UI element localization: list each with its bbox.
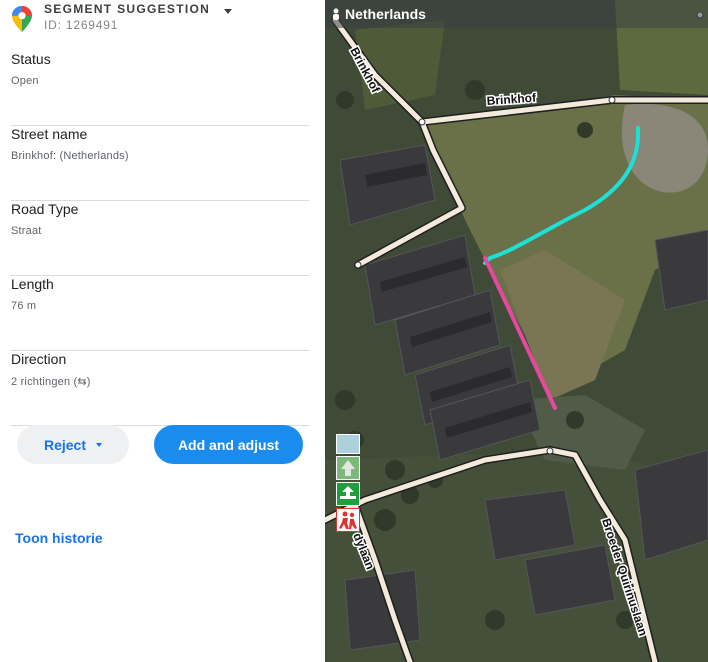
caret-down-icon	[96, 442, 103, 447]
field-value: 2 richtingen (⇆)	[11, 376, 91, 388]
fork-arrow-icon	[340, 486, 356, 499]
field-label: Status	[11, 51, 51, 67]
chevron-down-icon[interactable]	[224, 9, 232, 14]
map-imagery: Brinkhof Brinkhof Broeder Quirinuslaan d…	[325, 0, 708, 662]
field-direction: Direction 2 richtingen (⇆)	[11, 351, 309, 426]
map-pin-icon	[12, 6, 32, 32]
pedestrian-icon	[339, 511, 357, 529]
map-location-bar: Netherlands	[325, 0, 708, 28]
panel-title: SEGMENT SUGGESTION	[44, 2, 211, 16]
suggestion-panel: SEGMENT SUGGESTION ID: 1269491 Status Op…	[0, 0, 325, 662]
road-sign-column	[336, 434, 360, 534]
show-history-link[interactable]: Toon historie	[15, 530, 103, 546]
road-sign-fork-arrow[interactable]	[336, 482, 360, 506]
map-country-label: Netherlands	[345, 6, 426, 22]
field-value: Open	[11, 75, 39, 87]
road-sign-pedestrian[interactable]	[336, 508, 360, 532]
field-length: Length 76 m	[11, 276, 309, 351]
street-view-icon	[333, 8, 339, 20]
road-sign-blank[interactable]	[336, 434, 360, 454]
arrow-up-icon	[341, 460, 355, 476]
field-label: Direction	[11, 351, 67, 367]
field-value: 76 m	[11, 300, 37, 312]
road-sign-straight-arrow[interactable]	[336, 456, 360, 480]
field-value: Straat	[11, 225, 42, 237]
field-label: Road Type	[11, 201, 79, 217]
satellite-map[interactable]: Brinkhof Brinkhof Broeder Quirinuslaan d…	[325, 0, 708, 662]
reject-label: Reject	[43, 436, 87, 453]
field-street-name: Street name Brinkhof: (Netherlands)	[11, 126, 309, 201]
field-road-type: Road Type Straat	[11, 201, 309, 276]
field-value: Brinkhof: (Netherlands)	[11, 150, 129, 162]
reject-button[interactable]: Reject	[17, 425, 129, 464]
field-label: Street name	[11, 126, 88, 142]
field-status: Status Open	[11, 51, 309, 126]
field-label: Length	[11, 276, 54, 292]
panel-header[interactable]: SEGMENT SUGGESTION ID: 1269491	[0, 0, 325, 36]
add-and-adjust-button[interactable]: Add and adjust	[154, 425, 303, 464]
suggestion-id: ID: 1269491	[44, 18, 119, 32]
